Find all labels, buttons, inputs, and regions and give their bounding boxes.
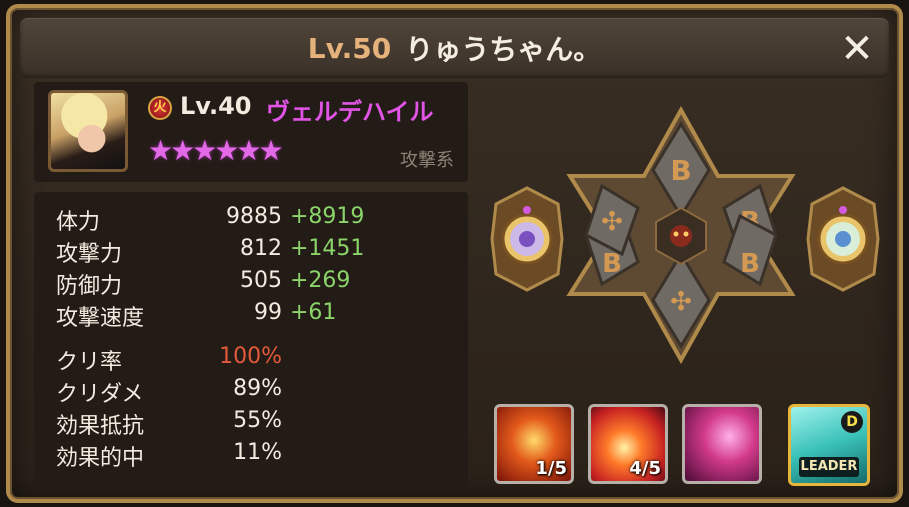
stat-value: 812 xyxy=(240,236,282,261)
stat-value: 89% xyxy=(233,376,282,401)
page-title: Lv.50 りゅうちゃん。 xyxy=(20,18,889,78)
stat-label: クリ率 xyxy=(56,350,123,375)
artifact-slot-left[interactable] xyxy=(488,184,566,294)
stat-value: 99 xyxy=(254,300,282,325)
stat-row-crit-rate: クリ率 100% xyxy=(34,344,468,376)
monster-portrait xyxy=(48,90,128,172)
skill-level: 1/5 xyxy=(535,458,567,479)
fire-element-icon: 火 xyxy=(148,96,172,120)
rune-board: B B B ✣ B ✣ xyxy=(566,105,796,365)
stat-label: 攻撃力 xyxy=(56,242,123,267)
stat-row-def: 防御力 505 +269 xyxy=(34,268,468,300)
stat-row-resistance: 効果抵抗 55% xyxy=(34,408,468,440)
monster-name: ヴェルデハイル xyxy=(266,98,434,126)
stat-row-hp: 体力 9885 +8919 xyxy=(34,204,468,236)
rune-glyph: B xyxy=(670,154,691,187)
skill-2-button[interactable]: 4/5 xyxy=(588,404,668,484)
stat-label: クリダメ xyxy=(56,382,144,407)
skill-3-button[interactable] xyxy=(682,404,762,484)
stat-value: 9885 xyxy=(226,204,282,229)
stat-label: 効果的中 xyxy=(56,446,145,471)
leader-label: LEADER xyxy=(799,457,859,477)
skill-1-button[interactable]: 1/5 xyxy=(494,404,574,484)
player-level: Lv.50 xyxy=(307,31,392,65)
monster-level: Lv.40 xyxy=(180,92,252,120)
stat-label: 攻撃速度 xyxy=(56,306,145,331)
rune-glyph: ✣ xyxy=(601,207,623,237)
skill-level: 4/5 xyxy=(629,458,661,479)
stat-value: 505 xyxy=(240,268,282,293)
stat-value: 55% xyxy=(233,408,282,433)
dungeon-badge-icon: D xyxy=(841,411,863,433)
monster-summary: 火 Lv.40 ヴェルデハイル ★★★★★★ 攻撃系 xyxy=(34,82,468,182)
stat-bonus: +1451 xyxy=(290,236,365,261)
stat-bonus: +8919 xyxy=(290,204,365,229)
artifact-slot-right[interactable] xyxy=(804,184,882,294)
close-button[interactable]: ✕ xyxy=(839,29,875,69)
stat-row-accuracy: 効果的中 11% xyxy=(34,440,468,472)
stat-label: 防御力 xyxy=(56,274,123,299)
player-name: りゅうちゃん。 xyxy=(405,33,602,66)
monster-type: 攻撃系 xyxy=(400,150,454,171)
stat-label: 体力 xyxy=(56,210,101,235)
rune-glyph: B xyxy=(740,249,760,279)
rune-glyph: ✣ xyxy=(670,287,692,317)
stat-row-atk: 攻撃力 812 +1451 xyxy=(34,236,468,268)
stat-label: 効果抵抗 xyxy=(56,414,145,439)
stat-value: 100% xyxy=(219,344,282,369)
stat-row-spd: 攻撃速度 99 +61 xyxy=(34,300,468,332)
stat-row-crit-dmg: クリダメ 89% xyxy=(34,376,468,408)
stat-bonus: +61 xyxy=(290,300,337,325)
stats-panel: 体力 9885 +8919 攻撃力 812 +1451 防御力 505 +269… xyxy=(34,192,468,490)
star-rating: ★★★★★★ xyxy=(148,134,284,167)
stat-value: 11% xyxy=(233,440,282,465)
stat-bonus: +269 xyxy=(290,268,351,293)
leader-skill-button[interactable]: D LEADER xyxy=(788,404,870,486)
header-bar: Lv.50 りゅうちゃん。 ✕ xyxy=(20,18,889,78)
